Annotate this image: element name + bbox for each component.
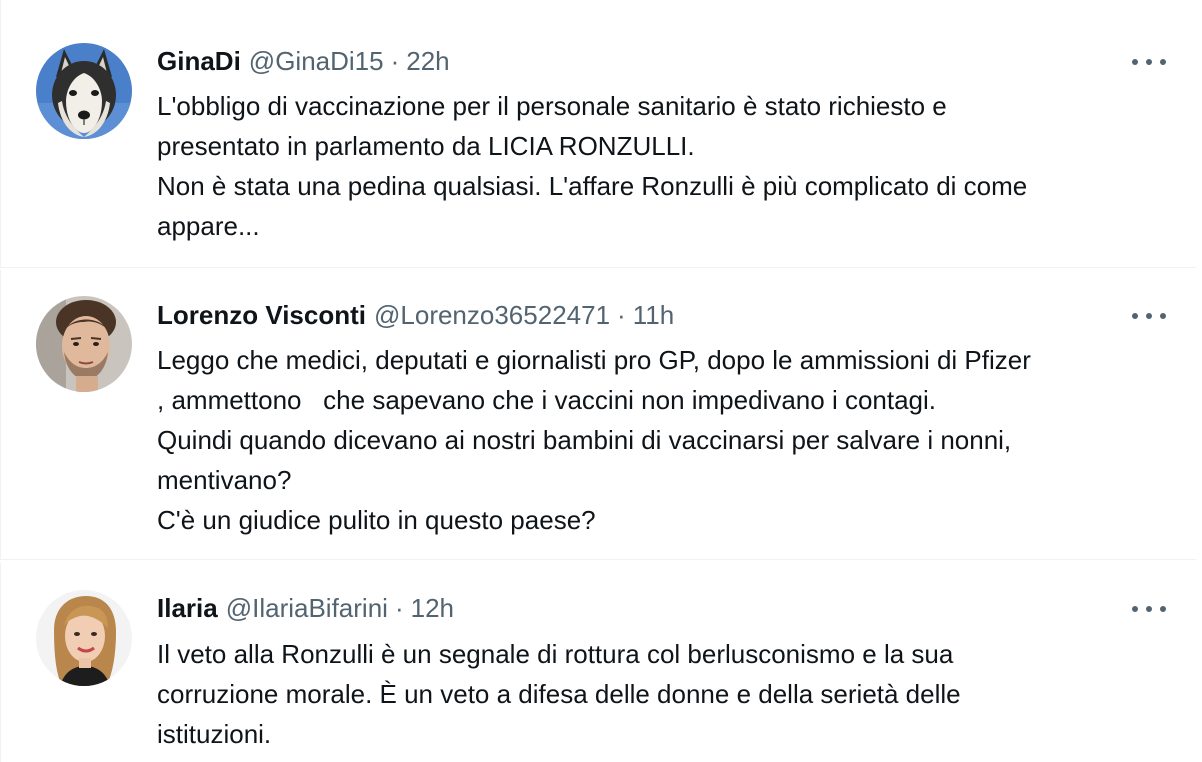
more-options-icon[interactable] [1132,52,1166,72]
woman-portrait-avatar-icon [36,590,132,686]
timestamp[interactable]: 11h [633,300,674,331]
avatar[interactable] [36,296,132,392]
author-handle[interactable]: @Lorenzo36522471 [374,300,610,331]
more-options-icon[interactable] [1132,306,1166,326]
tweet-text-line: C'è un giudice pulito in questo paese? [157,505,596,535]
tweet-feed: GinaDi @GinaDi15 · 22h L'obbligo di vacc… [0,0,1202,762]
tweet-text-line: istituzioni. [157,719,272,749]
tweet-header: Lorenzo Visconti @Lorenzo36522471 · 11h [157,300,674,334]
timestamp[interactable]: 12h [411,593,454,624]
tweet[interactable]: GinaDi @GinaDi15 · 22h L'obbligo di vacc… [0,0,1196,268]
tweet-text-line: Il veto alla Ronzulli è un segnale di ro… [157,639,954,669]
separator-dot: · [617,300,626,330]
tweet-text: Leggo che medici, deputati e giornalisti… [157,340,1187,540]
tweet-text-line: presentato in parlamento da LICIA RONZUL… [157,131,695,161]
author-handle[interactable]: @GinaDi15 [249,46,384,77]
author-name[interactable]: Lorenzo Visconti [157,300,366,331]
man-portrait-avatar-icon [36,296,132,392]
tweet-text: L'obbligo di vaccinazione per il persona… [157,86,1187,246]
avatar[interactable] [36,43,132,139]
timestamp[interactable]: 22h [406,46,449,77]
author-name[interactable]: Ilaria [157,593,218,624]
tweet-text-line: , ammettono che sapevano che i vaccini n… [157,385,937,415]
tweet-text-line: Leggo che medici, deputati e giornalisti… [157,345,1031,375]
tweet-text-line: appare... [157,211,260,241]
tweet-text-line: L'obbligo di vaccinazione per il persona… [157,91,947,121]
author-name[interactable]: GinaDi [157,46,241,77]
tweet-text-line: corruzione morale. È un veto a difesa de… [157,679,961,709]
tweet-text-line: Quindi quando dicevano ai nostri bambini… [157,425,1012,455]
tweet[interactable]: Ilaria @IlariaBifarini · 12h Il veto all… [0,563,1196,762]
tweet-text: Il veto alla Ronzulli è un segnale di ro… [157,634,1187,754]
more-options-icon[interactable] [1132,599,1166,619]
tweet[interactable]: Lorenzo Visconti @Lorenzo36522471 · 11h … [0,270,1196,560]
tweet-text-line: Non è stata una pedina qualsiasi. L'affa… [157,171,1028,201]
separator-dot: · [394,593,404,623]
avatar[interactable] [36,590,132,686]
author-handle[interactable]: @IlariaBifarini [226,593,388,624]
husky-dog-avatar-icon [36,43,132,139]
tweet-text-line: mentivano? [157,465,292,495]
tweet-header: GinaDi @GinaDi15 · 22h [157,46,450,80]
tweet-header: Ilaria @IlariaBifarini · 12h [157,593,454,627]
separator-dot: · [390,46,400,76]
